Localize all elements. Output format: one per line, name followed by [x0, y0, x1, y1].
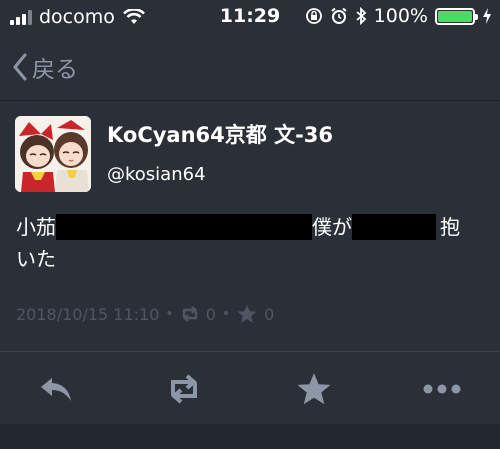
status-bar: docomo 11:29 100%	[0, 0, 500, 34]
user-handle[interactable]: @kosian64	[107, 164, 206, 185]
back-label: 戻る	[32, 57, 78, 83]
tweet-text: 小茄 僕が 抱 いた	[16, 211, 486, 275]
back-button[interactable]: 戻る	[12, 50, 78, 84]
alarm-icon	[331, 7, 347, 24]
battery-icon	[435, 7, 478, 25]
favorite-count: 0	[264, 304, 275, 324]
tweet-text-segment: 僕が	[312, 215, 352, 239]
favorite-count-icon	[237, 304, 257, 323]
battery-level	[438, 10, 472, 22]
more-icon	[423, 384, 461, 394]
favorite-button[interactable]	[294, 372, 334, 406]
tweet-text-line-2: いた	[16, 247, 56, 271]
reply-button[interactable]	[36, 372, 76, 406]
tweet-text-segment: 抱	[440, 215, 460, 239]
reply-icon	[41, 378, 71, 401]
tweet-action-toolbar	[0, 352, 500, 424]
tweet-detail: KoCyan64京都 文-36 @kosian64 小茄 僕が 抱 いた 201…	[0, 101, 500, 351]
tweet-text-line-1: 小茄 僕が 抱	[16, 211, 486, 243]
avatar-image	[15, 116, 91, 192]
retweet-icon	[170, 374, 198, 404]
navigation-bar: 戻る	[0, 34, 500, 101]
charging-icon	[483, 8, 491, 24]
redaction-bar	[352, 214, 436, 240]
separator-dot: •	[165, 306, 174, 322]
avatar[interactable]	[15, 116, 91, 192]
more-button[interactable]	[422, 372, 462, 406]
redaction-bar	[56, 214, 312, 240]
status-right: 100%	[305, 5, 492, 27]
tweet-text-segment: 小茄	[16, 215, 56, 239]
separator-dot: •	[221, 306, 231, 322]
bluetooth-icon	[356, 7, 366, 25]
tweet-meta: 2018/10/15 11:10 • 0 • 0	[16, 304, 274, 324]
favorite-icon	[297, 373, 331, 405]
battery-percent: 100%	[373, 5, 428, 27]
retweet-count: 0	[205, 304, 216, 324]
retweet-count-icon	[182, 306, 198, 322]
display-name[interactable]: KoCyan64京都 文-36	[107, 119, 333, 149]
tweet-timestamp: 2018/10/15 11:10	[16, 304, 160, 324]
bottom-strip	[0, 424, 500, 449]
retweet-button[interactable]	[164, 372, 204, 406]
orientation-lock-icon	[305, 8, 322, 24]
chevron-left-icon	[13, 53, 27, 81]
